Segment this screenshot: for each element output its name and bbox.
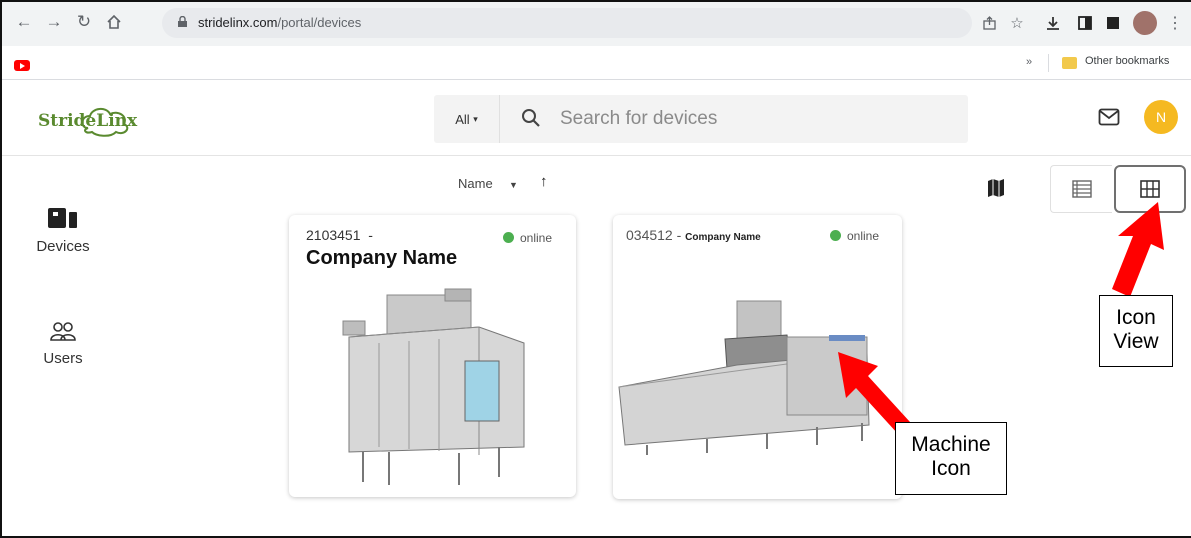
sort-direction-arrow-icon[interactable]: ↑ (540, 173, 548, 190)
sidebar-item-devices[interactable]: Devices (28, 208, 98, 255)
url-path: /portal/devices (277, 15, 362, 30)
search-icon (522, 109, 540, 127)
extension-icon[interactable] (1102, 12, 1124, 34)
device-id-line: 034512 - Company Name (626, 227, 761, 243)
bookmarks-bar (2, 46, 1191, 80)
devices-icon (48, 208, 77, 228)
device-company: Company Name (306, 247, 458, 269)
screenshot-frame: ← → ↻ stridelinx.com/portal/devices ☆ ⋮ … (0, 0, 1191, 538)
logo-text: StrideLinx (38, 111, 138, 131)
chevron-down-icon: ▾ (473, 113, 478, 124)
callout-line: Machine (911, 433, 991, 456)
device-card[interactable]: 2103451 - Company Name online (289, 215, 576, 497)
online-dot-icon (830, 230, 841, 241)
status-badge: online (503, 231, 552, 245)
device-company: Company Name (685, 232, 761, 243)
forward-icon[interactable]: → (42, 10, 66, 34)
reload-icon[interactable]: ↻ (72, 10, 96, 34)
grid-view-icon (1140, 180, 1160, 198)
user-avatar[interactable]: N (1144, 100, 1178, 134)
mail-icon[interactable] (1098, 108, 1120, 126)
status-text: online (847, 229, 880, 243)
home-icon[interactable] (102, 10, 126, 34)
users-icon (50, 322, 76, 341)
sort-dropdown[interactable]: Name (458, 176, 493, 191)
status-text: online (520, 231, 553, 245)
machine-image (342, 288, 525, 485)
download-icon[interactable] (1042, 12, 1064, 34)
share-icon[interactable] (978, 12, 1000, 34)
list-view-icon (1071, 180, 1092, 198)
folder-icon[interactable] (1062, 57, 1077, 69)
icon-view-arrow-icon (1112, 202, 1164, 297)
back-icon[interactable]: ← (12, 10, 36, 34)
status-badge: online (830, 229, 879, 243)
address-text[interactable]: stridelinx.com/portal/devices (198, 15, 361, 30)
sidebar-item-label: Devices (36, 238, 90, 255)
device-id-separator: - (368, 227, 373, 243)
lock-icon (178, 16, 187, 27)
other-bookmarks-link[interactable]: Other bookmarks (1085, 55, 1169, 67)
search-scope-dropdown[interactable]: All ▾ (434, 95, 500, 143)
browser-menu-icon[interactable]: ⋮ (1167, 11, 1183, 35)
device-id-line: 2103451 - (306, 227, 373, 243)
youtube-bookmark-icon[interactable] (14, 60, 30, 71)
machine-icon-callout: Machine Icon (895, 422, 1007, 495)
url-host: stridelinx.com (198, 15, 278, 30)
bookmark-star-icon[interactable]: ☆ (1006, 12, 1028, 34)
online-dot-icon (503, 232, 514, 243)
map-icon[interactable] (987, 178, 1005, 198)
browser-profile-avatar[interactable] (1133, 11, 1157, 35)
search-scope-label: All (455, 111, 470, 127)
sidebar-item-users[interactable]: Users (28, 322, 98, 367)
sidepanel-icon[interactable] (1074, 12, 1096, 34)
callout-line: Icon (1116, 306, 1156, 329)
search-input[interactable] (560, 105, 940, 133)
device-id-separator: - (676, 227, 682, 243)
bookmarks-overflow-icon[interactable]: » (1026, 56, 1032, 68)
icon-view-callout: Icon View (1099, 295, 1173, 367)
bookmarks-divider (1048, 54, 1049, 72)
callout-line: Icon (931, 457, 971, 480)
sidebar-item-label: Users (43, 350, 83, 367)
device-id: 034512 (626, 227, 673, 243)
callout-line: View (1113, 330, 1159, 353)
chevron-down-icon[interactable]: ▼ (509, 180, 518, 190)
device-id: 2103451 (306, 227, 361, 243)
